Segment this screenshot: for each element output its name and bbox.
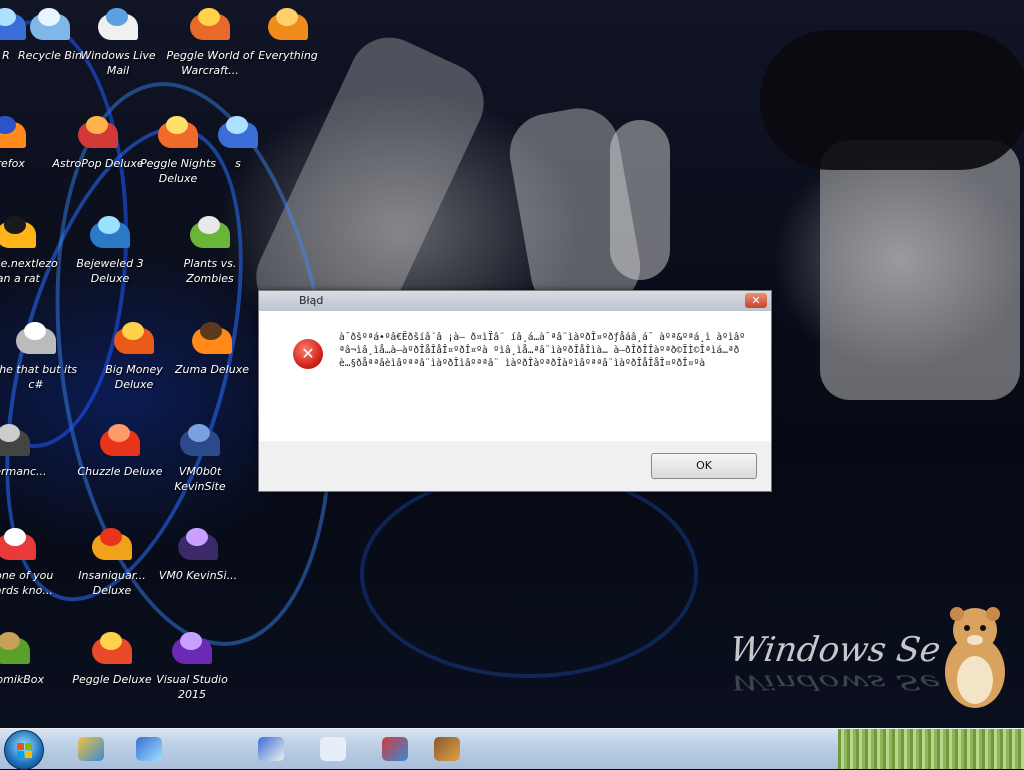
app-icon (92, 4, 144, 48)
desktop-icon[interactable]: c none of you retards kno... (0, 524, 62, 598)
taskbar-paint-button[interactable] (64, 731, 118, 767)
app-icon (0, 628, 36, 672)
desktop-icon[interactable]: Peggle Deluxe (66, 628, 158, 687)
search-icon (258, 737, 284, 761)
app-icon (184, 212, 236, 256)
error-dialog: Błąd ✕ ✕ à¯ðšºªá•ºâ€Ëðšíâ´â ¡à— ð¤ìÏâ¨ í… (258, 290, 772, 492)
desktop-icon-label: Zuma Deluxe (174, 363, 249, 376)
dialog-title: Błąd (299, 294, 324, 307)
app-icon (174, 420, 226, 464)
app-icon (108, 318, 160, 362)
taskbar-network-button[interactable] (122, 731, 176, 767)
desktop-icon-label: the that but its c# (0, 363, 78, 391)
taskbar-search-button[interactable] (244, 731, 298, 767)
wizard-icon (434, 737, 460, 761)
app-icon (212, 112, 264, 156)
app-icon (0, 420, 36, 464)
app-icon (86, 628, 138, 672)
app-icon (94, 420, 146, 464)
desktop-icon-label: VM0 KevinSi... (158, 569, 238, 582)
app-icon (0, 524, 42, 568)
taskbar-wizard-button[interactable] (420, 731, 474, 767)
desktop-icon-label: Windows Live Mail (80, 49, 156, 77)
desktop-icon[interactable]: Insaniquar... Deluxe (66, 524, 158, 598)
start-button[interactable] (4, 730, 44, 770)
desktop-icon-label: c none of you retards kno... (0, 569, 54, 597)
app-icon (0, 212, 42, 256)
windows-logo-icon (17, 743, 24, 750)
dialog-titlebar[interactable]: Błąd ✕ (259, 291, 771, 311)
desktop-icon-label: Insaniquar... Deluxe (78, 569, 146, 597)
app-icon (184, 4, 236, 48)
app-icon (172, 524, 224, 568)
windows-watermark-reflection: Windows Se (727, 670, 943, 694)
app-icon (72, 112, 124, 156)
app-icon (166, 628, 218, 672)
app-icon (186, 318, 238, 362)
desktop-icon[interactable]: AstroPop Deluxe (52, 112, 144, 171)
app-icon (262, 4, 314, 48)
app-icon (24, 4, 76, 48)
dialog-body: ✕ à¯ðšºªá•ºâ€Ëðšíâ´â ¡à— ð¤ìÏâ¨ íâ¸á…à¯ª… (259, 311, 771, 441)
desktop-icon[interactable]: VM0b0t KevinSite (154, 420, 246, 494)
desktop-icon[interactable]: endermanc... (0, 420, 56, 479)
taskbar-blank-button[interactable] (306, 731, 360, 767)
notification-area[interactable] (838, 729, 1024, 769)
taskbar-snipping-button[interactable] (368, 731, 422, 767)
desktop-icon-label: Firefox (0, 157, 25, 170)
app-icon (10, 318, 62, 362)
desktop-icon[interactable]: s (192, 112, 284, 171)
app-icon (86, 524, 138, 568)
desktop-icon[interactable]: Chuzzle Deluxe (74, 420, 166, 479)
desktop-icon-label: Chuzzle Deluxe (77, 465, 163, 478)
dialog-footer: OK (259, 441, 771, 491)
desktop-icon-label: Bejeweled 3 Deluxe (76, 257, 144, 285)
dialog-message: à¯ðšºªá•ºâ€Ëðšíâ´â ¡à— ð¤ìÏâ¨ íâ¸á…à¯ªâ¨… (339, 332, 746, 369)
ok-button[interactable]: OK (651, 453, 757, 479)
desktop-icon[interactable]: nzone.nextlezo ran a rat (0, 212, 62, 286)
app-icon (84, 212, 136, 256)
desktop-icon-label: Plants vs. Zombies (183, 257, 237, 285)
close-button[interactable]: ✕ (745, 293, 767, 308)
desktop-icon-label: nzone.nextlezo ran a rat (0, 257, 58, 285)
blank-icon (320, 737, 346, 761)
desktop-icon[interactable]: the that but its c# (0, 318, 82, 392)
desktop-icon-label: zChomikBox (0, 673, 45, 686)
desktop-icon-label: VM0b0t KevinSite (174, 465, 226, 493)
desktop-icon-label: Peggle Deluxe (72, 673, 152, 686)
desktop-icon[interactable]: Zuma Deluxe (166, 318, 258, 377)
desktop-icon[interactable]: VM0 KevinSi... (152, 524, 244, 583)
snipping-icon (382, 737, 408, 761)
hamster-image (945, 607, 1005, 708)
error-icon: ✕ (293, 339, 323, 369)
desktop-icon-label: s (235, 157, 241, 170)
desktop-icon[interactable]: Firefox (0, 112, 52, 171)
network-icon (136, 737, 162, 761)
desktop-icon[interactable]: Plants vs. Zombies (164, 212, 256, 286)
desktop-icon[interactable]: Windows Live Mail (72, 4, 164, 78)
desktop-icon-label: Visual Studio 2015 (156, 673, 228, 701)
desktop-icon-label: AstroPop Deluxe (52, 157, 144, 170)
desktop-icon[interactable]: Bejeweled 3 Deluxe (64, 212, 156, 286)
app-icon (0, 112, 32, 156)
desktop-icon[interactable]: Everything (242, 4, 334, 63)
paint-icon (78, 737, 104, 761)
windows-watermark: Windows Se (727, 630, 943, 670)
desktop-icon[interactable]: Visual Studio 2015 (146, 628, 238, 702)
desktop-icon[interactable]: zChomikBox (0, 628, 56, 687)
desktop-icon-label: Everything (258, 49, 318, 62)
desktop-icon-label: endermanc... (0, 465, 47, 478)
taskbar (0, 728, 1024, 770)
